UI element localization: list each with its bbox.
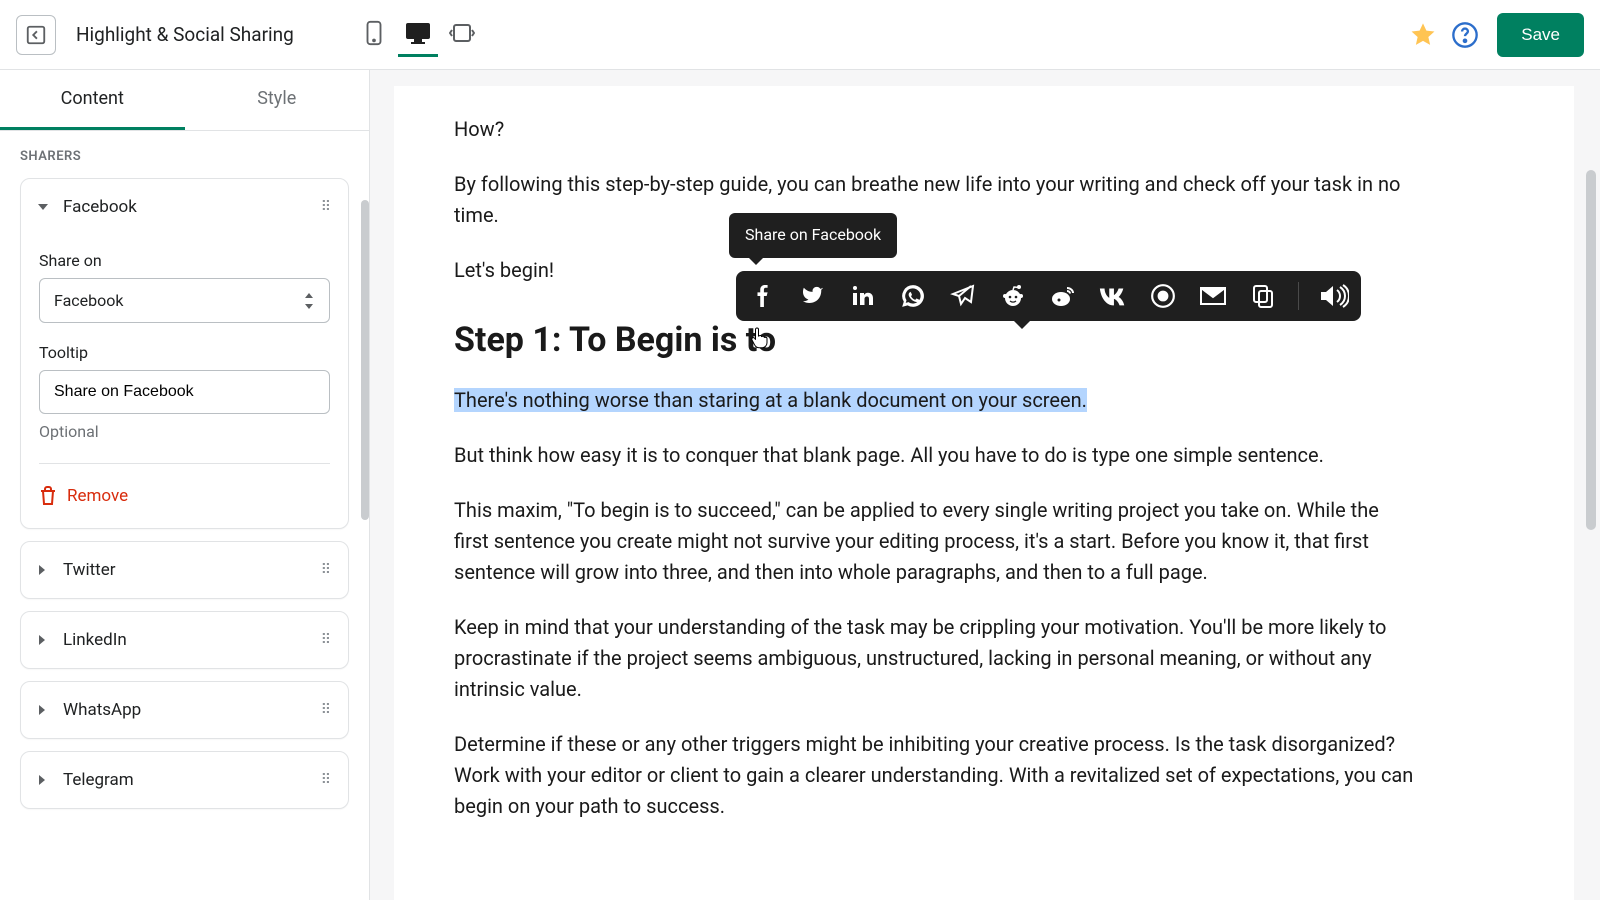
sharer-header-facebook[interactable]: Facebook ⠿ <box>21 179 348 235</box>
twitter-icon[interactable] <box>798 281 828 311</box>
sharer-header-linkedin[interactable]: LinkedIn ⠿ <box>21 612 348 668</box>
cursor-pointer-icon <box>750 326 770 350</box>
select-arrows-icon <box>303 293 315 309</box>
sharer-card-twitter: Twitter ⠿ <box>20 541 349 599</box>
share-toolbar-popover: Share on Facebook <box>736 271 1361 321</box>
sharer-card-linkedin: LinkedIn ⠿ <box>20 611 349 669</box>
back-button[interactable] <box>16 15 56 55</box>
sidebar-scrollbar[interactable] <box>361 200 369 520</box>
share-toolbar <box>736 271 1361 321</box>
select-value: Facebook <box>54 291 123 310</box>
paragraph: Determine if these or any other triggers… <box>454 729 1414 822</box>
preview-pane: How? By following this step-by-step guid… <box>370 70 1600 900</box>
drag-handle-icon[interactable]: ⠿ <box>321 702 332 718</box>
reddit-icon[interactable] <box>998 281 1028 311</box>
tooltip-input[interactable] <box>39 370 330 414</box>
telegram-icon[interactable] <box>948 281 978 311</box>
email-icon[interactable] <box>1198 281 1228 311</box>
sharer-card-telegram: Telegram ⠿ <box>20 751 349 809</box>
sharer-card-facebook: Facebook ⠿ Share on Facebook Tooltip Opt… <box>20 178 349 529</box>
sharer-name: WhatsApp <box>63 700 321 720</box>
messenger-icon[interactable] <box>1148 281 1178 311</box>
preview-document: How? By following this step-by-step guid… <box>394 86 1574 900</box>
sharer-name: Facebook <box>63 197 321 217</box>
sharer-name: Telegram <box>63 770 321 790</box>
paragraph: But think how easy it is to conquer that… <box>454 440 1414 471</box>
device-mobile-button[interactable] <box>354 13 394 57</box>
tab-style[interactable]: Style <box>185 70 370 130</box>
drag-handle-icon[interactable]: ⠿ <box>321 199 332 215</box>
drag-handle-icon[interactable]: ⠿ <box>321 562 332 578</box>
toolbar-separator <box>1298 282 1299 310</box>
divider <box>39 463 330 464</box>
facebook-icon[interactable] <box>748 281 778 311</box>
chevron-right-icon <box>37 634 49 646</box>
share-on-select[interactable]: Facebook <box>39 278 330 323</box>
device-desktop-button[interactable] <box>398 13 438 57</box>
sharer-card-whatsapp: WhatsApp ⠿ <box>20 681 349 739</box>
preview-scrollbar[interactable] <box>1586 170 1596 530</box>
vk-icon[interactable] <box>1098 281 1128 311</box>
optional-hint: Optional <box>39 422 330 441</box>
field-label-tooltip: Tooltip <box>39 343 330 362</box>
tab-content[interactable]: Content <box>0 70 185 130</box>
remove-label: Remove <box>67 486 128 506</box>
trash-icon <box>39 486 57 506</box>
help-icon[interactable] <box>1451 21 1479 49</box>
paragraph: This maxim, "To begin is to succeed," ca… <box>454 495 1414 588</box>
save-button[interactable]: Save <box>1497 13 1584 57</box>
drag-handle-icon[interactable]: ⠿ <box>321 632 332 648</box>
highlighted-text[interactable]: There's nothing worse than staring at a … <box>454 388 1087 412</box>
sharer-header-whatsapp[interactable]: WhatsApp ⠿ <box>21 682 348 738</box>
linkedin-icon[interactable] <box>848 281 878 311</box>
weibo-icon[interactable] <box>1048 281 1078 311</box>
sharer-header-twitter[interactable]: Twitter ⠿ <box>21 542 348 598</box>
drag-handle-icon[interactable]: ⠿ <box>321 772 332 788</box>
paragraph: By following this step-by-step guide, yo… <box>454 169 1414 231</box>
heading-step: Step 1: To Begin is to <box>454 314 1414 367</box>
chevron-right-icon <box>37 774 49 786</box>
remove-button[interactable]: Remove <box>39 486 330 506</box>
paragraph: How? <box>454 114 1414 145</box>
share-tooltip: Share on Facebook <box>729 213 897 258</box>
chevron-right-icon <box>37 704 49 716</box>
page-title: Highlight & Social Sharing <box>76 23 294 46</box>
paragraph-highlighted: There's nothing worse than staring at a … <box>454 385 1414 416</box>
sharer-name: LinkedIn <box>63 630 321 650</box>
chevron-down-icon <box>37 202 49 212</box>
field-label-share-on: Share on <box>39 251 330 270</box>
device-fullwidth-button[interactable] <box>442 13 482 57</box>
sharer-header-telegram[interactable]: Telegram ⠿ <box>21 752 348 808</box>
chevron-right-icon <box>37 564 49 576</box>
sharer-name: Twitter <box>63 560 321 580</box>
copy-icon[interactable] <box>1248 281 1278 311</box>
section-label-sharers: SHARERS <box>20 149 349 164</box>
paragraph: Keep in mind that your understanding of … <box>454 612 1414 705</box>
speaker-icon[interactable] <box>1319 281 1349 311</box>
star-icon[interactable] <box>1409 21 1437 49</box>
whatsapp-icon[interactable] <box>898 281 928 311</box>
